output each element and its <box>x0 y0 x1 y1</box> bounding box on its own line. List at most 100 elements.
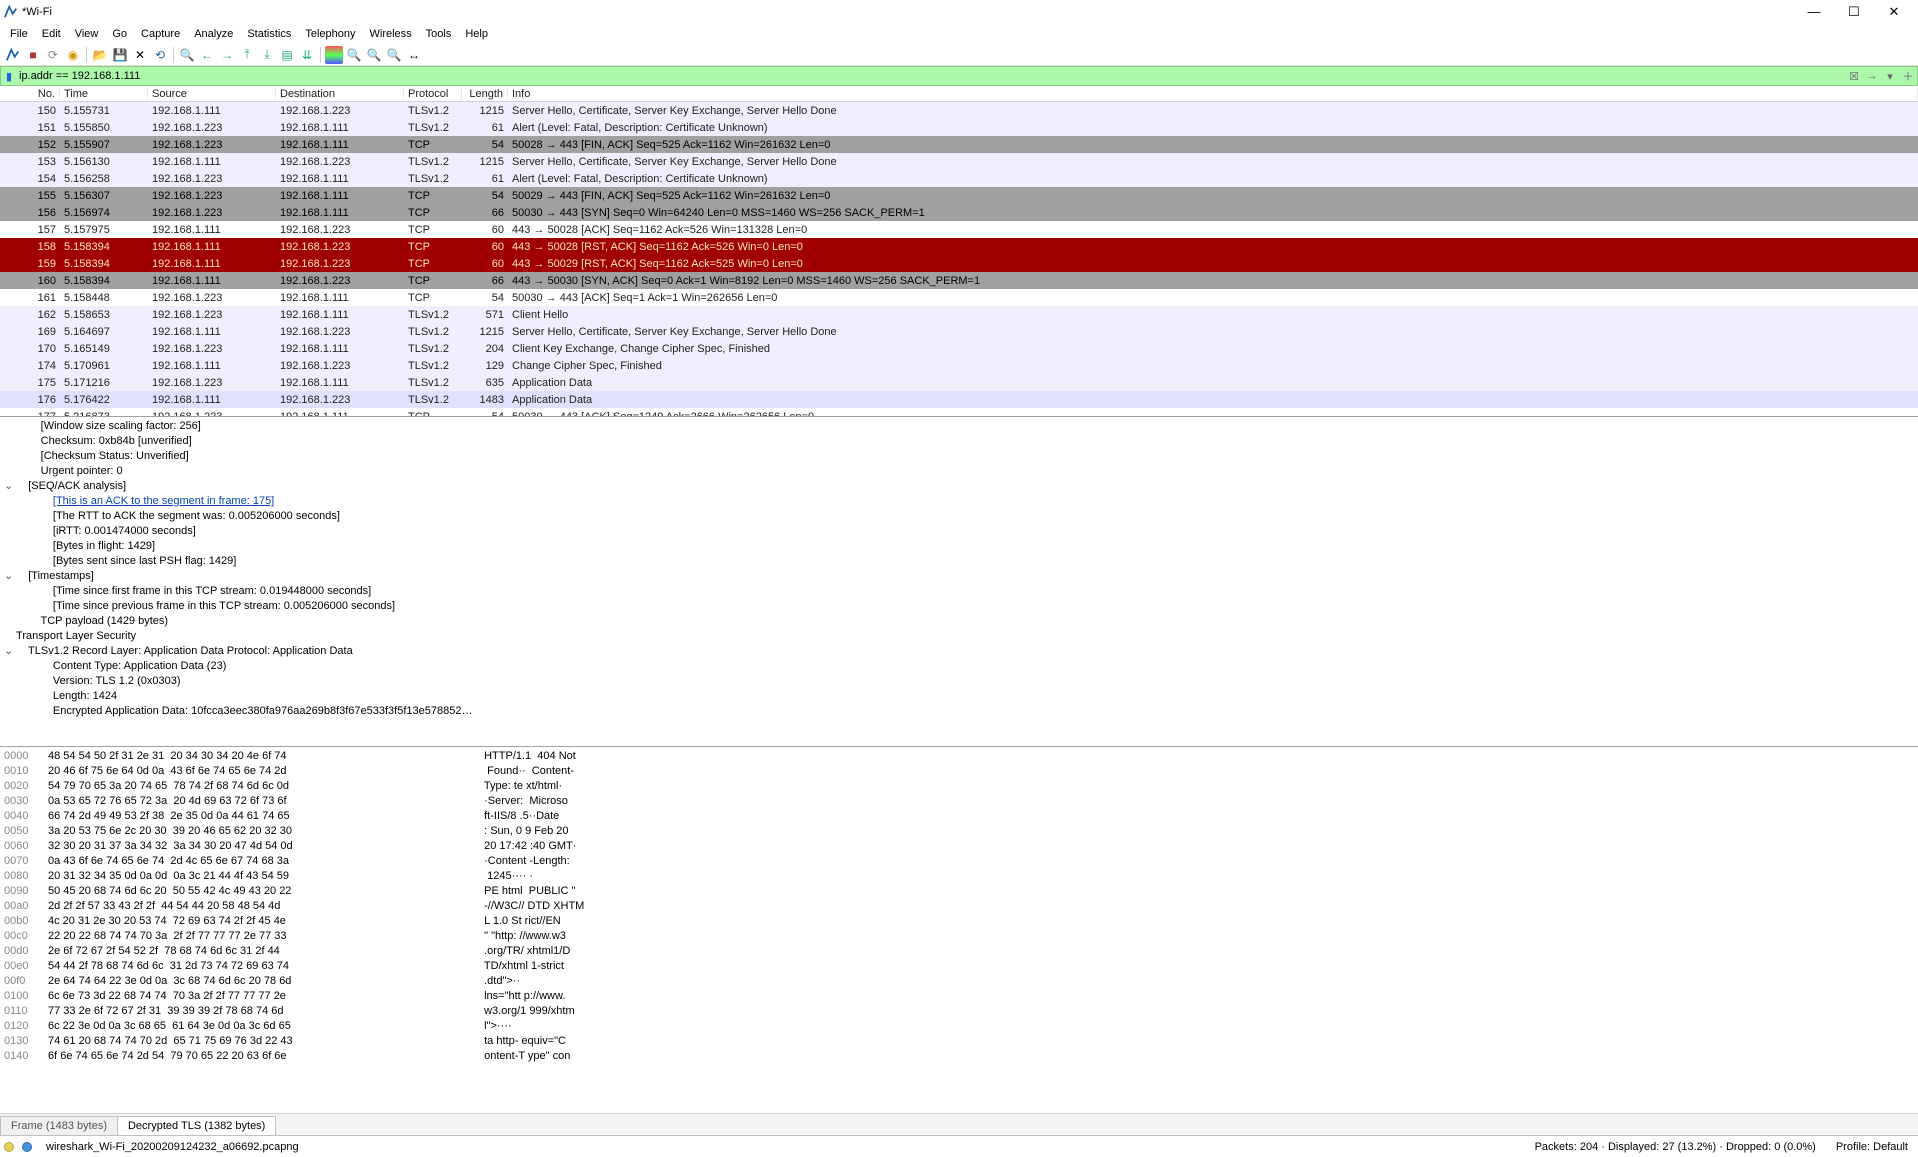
packet-row[interactable]: 1595.158394192.168.1.111192.168.1.223TCP… <box>0 255 1918 272</box>
packet-row[interactable]: 1545.156258192.168.1.223192.168.1.111TLS… <box>0 170 1918 187</box>
resize-columns-icon[interactable]: ↔ <box>405 46 423 64</box>
packet-row[interactable]: 1585.158394192.168.1.111192.168.1.223TCP… <box>0 238 1918 255</box>
detail-line[interactable]: Checksum: 0xb84b [unverified] <box>4 434 1914 449</box>
zoom-reset-icon[interactable]: 🔍 <box>385 46 403 64</box>
tab-frame[interactable]: Frame (1483 bytes) <box>0 1116 118 1135</box>
col-time[interactable]: Time <box>60 88 148 100</box>
hex-row[interactable]: 004066 74 2d 49 49 53 2f 38 2e 35 0d 0a … <box>4 809 1914 824</box>
filter-clear-icon[interactable]: ☒ <box>1845 70 1863 83</box>
detail-line[interactable]: [Bytes in flight: 1429] <box>4 539 1914 554</box>
packet-row[interactable]: 1555.156307192.168.1.223192.168.1.111TCP… <box>0 187 1918 204</box>
detail-line[interactable]: [Bytes sent since last PSH flag: 1429] <box>4 554 1914 569</box>
go-last-icon[interactable]: ▤ <box>278 46 296 64</box>
packet-bytes-pane[interactable]: 000048 54 54 50 2f 31 2e 31 20 34 30 34 … <box>0 746 1918 1113</box>
tab-decrypted-tls[interactable]: Decrypted TLS (1382 bytes) <box>117 1116 276 1135</box>
stop-capture-icon[interactable]: ■ <box>24 46 42 64</box>
packet-row[interactable]: 1765.176422192.168.1.111192.168.1.223TLS… <box>0 391 1918 408</box>
minimize-button[interactable]: — <box>1800 4 1828 20</box>
detail-line[interactable]: [This is an ACK to the segment in frame:… <box>4 494 1914 509</box>
open-file-icon[interactable]: 📂 <box>91 46 109 64</box>
hex-row[interactable]: 01406f 6e 74 65 6e 74 2d 54 79 70 65 22 … <box>4 1049 1914 1064</box>
menu-go[interactable]: Go <box>106 26 133 42</box>
save-file-icon[interactable]: 💾 <box>111 46 129 64</box>
find-packet-icon[interactable]: 🔍 <box>178 46 196 64</box>
filter-history-icon[interactable]: ▾ <box>1881 70 1899 83</box>
menu-file[interactable]: File <box>4 26 34 42</box>
detail-line[interactable]: [SEQ/ACK analysis] <box>4 479 1914 494</box>
auto-scroll-icon[interactable]: ⇊ <box>298 46 316 64</box>
packet-row[interactable]: 1745.170961192.168.1.111192.168.1.223TLS… <box>0 357 1918 374</box>
detail-line[interactable]: TLSv1.2 Record Layer: Application Data P… <box>4 644 1914 659</box>
packet-row[interactable]: 1625.158653192.168.1.223192.168.1.111TLS… <box>0 306 1918 323</box>
hex-row[interactable]: 009050 45 20 68 74 6d 6c 20 50 55 42 4c … <box>4 884 1914 899</box>
filter-add-icon[interactable]: ＋ <box>1899 68 1917 84</box>
detail-line[interactable]: [Timestamps] <box>4 569 1914 584</box>
col-len[interactable]: Length <box>462 88 508 100</box>
hex-row[interactable]: 013074 61 20 68 74 74 70 2d 65 71 75 69 … <box>4 1034 1914 1049</box>
packet-row[interactable]: 1535.156130192.168.1.111192.168.1.223TLS… <box>0 153 1918 170</box>
filter-apply-icon[interactable]: → <box>1863 70 1881 82</box>
filter-bookmark-icon[interactable]: ▮ <box>1 70 17 83</box>
hex-row[interactable]: 01206c 22 3e 0d 0a 3c 68 65 61 64 3e 0d … <box>4 1019 1914 1034</box>
reload-icon[interactable]: ⟲ <box>151 46 169 64</box>
hex-row[interactable]: 006032 30 20 31 37 3a 34 32 3a 34 30 20 … <box>4 839 1914 854</box>
menu-wireless[interactable]: Wireless <box>364 26 418 42</box>
detail-line[interactable]: [iRTT: 0.001474000 seconds] <box>4 524 1914 539</box>
packet-row[interactable]: 1565.156974192.168.1.223192.168.1.111TCP… <box>0 204 1918 221</box>
menu-view[interactable]: View <box>69 26 105 42</box>
menu-analyze[interactable]: Analyze <box>188 26 239 42</box>
packet-list[interactable]: 1505.155731192.168.1.111192.168.1.223TLS… <box>0 102 1918 416</box>
expert-info-icon[interactable] <box>4 1142 14 1152</box>
menu-help[interactable]: Help <box>459 26 494 42</box>
packet-row[interactable]: 1505.155731192.168.1.111192.168.1.223TLS… <box>0 102 1918 119</box>
detail-line[interactable]: [The RTT to ACK the segment was: 0.00520… <box>4 509 1914 524</box>
menu-telephony[interactable]: Telephony <box>299 26 361 42</box>
col-proto[interactable]: Protocol <box>404 88 462 100</box>
hex-row[interactable]: 00300a 53 65 72 76 65 72 3a 20 4d 69 63 … <box>4 794 1914 809</box>
detail-line[interactable]: Urgent pointer: 0 <box>4 464 1914 479</box>
detail-line[interactable]: [Time since first frame in this TCP stre… <box>4 584 1914 599</box>
colorize-icon[interactable] <box>325 46 343 64</box>
close-file-icon[interactable]: ✕ <box>131 46 149 64</box>
detail-line[interactable]: [Window size scaling factor: 256] <box>4 419 1914 434</box>
detail-line[interactable]: [Checksum Status: Unverified] <box>4 449 1914 464</box>
hex-row[interactable]: 011077 33 2e 6f 72 67 2f 31 39 39 39 2f … <box>4 1004 1914 1019</box>
packet-row[interactable]: 1575.157975192.168.1.111192.168.1.223TCP… <box>0 221 1918 238</box>
close-button[interactable]: ✕ <box>1880 4 1908 20</box>
menu-capture[interactable]: Capture <box>135 26 186 42</box>
go-forward-icon[interactable]: → <box>218 46 236 64</box>
detail-line[interactable]: Transport Layer Security <box>4 629 1914 644</box>
packet-row[interactable]: 1755.171216192.168.1.223192.168.1.111TLS… <box>0 374 1918 391</box>
menu-edit[interactable]: Edit <box>36 26 67 42</box>
packet-row[interactable]: 1615.158448192.168.1.223192.168.1.111TCP… <box>0 289 1918 306</box>
hex-row[interactable]: 001020 46 6f 75 6e 64 0d 0a 43 6f 6e 74 … <box>4 764 1914 779</box>
hex-row[interactable]: 00c022 20 22 68 74 74 70 3a 2f 2f 77 77 … <box>4 929 1914 944</box>
detail-line[interactable]: Encrypted Application Data: 10fcca3eec38… <box>4 704 1914 719</box>
go-to-icon[interactable]: ⤒ <box>238 46 256 64</box>
packet-row[interactable]: 1695.164697192.168.1.111192.168.1.223TLS… <box>0 323 1918 340</box>
detail-line[interactable]: Version: TLS 1.2 (0x0303) <box>4 674 1914 689</box>
col-info[interactable]: Info <box>508 88 1918 100</box>
hex-row[interactable]: 00a02d 2f 2f 57 33 43 2f 2f 44 54 44 20 … <box>4 899 1914 914</box>
start-capture-icon[interactable] <box>4 46 22 64</box>
capture-file-icon[interactable] <box>22 1142 32 1152</box>
packet-details-pane[interactable]: [Window size scaling factor: 256] Checks… <box>0 416 1918 746</box>
packet-row[interactable]: 1775.216873192.168.1.223192.168.1.111TCP… <box>0 408 1918 416</box>
go-back-icon[interactable]: ← <box>198 46 216 64</box>
hex-row[interactable]: 008020 31 32 34 35 0d 0a 0d 0a 3c 21 44 … <box>4 869 1914 884</box>
detail-line[interactable]: TCP payload (1429 bytes) <box>4 614 1914 629</box>
detail-line[interactable]: [Time since previous frame in this TCP s… <box>4 599 1914 614</box>
packet-row[interactable]: 1515.155850192.168.1.223192.168.1.111TLS… <box>0 119 1918 136</box>
menu-statistics[interactable]: Statistics <box>241 26 297 42</box>
display-filter-input[interactable] <box>17 70 1845 82</box>
col-src[interactable]: Source <box>148 88 276 100</box>
hex-row[interactable]: 00b04c 20 31 2e 30 20 53 74 72 69 63 74 … <box>4 914 1914 929</box>
packet-row[interactable]: 1605.158394192.168.1.111192.168.1.223TCP… <box>0 272 1918 289</box>
restart-capture-icon[interactable]: ⟳ <box>44 46 62 64</box>
go-first-icon[interactable]: ⤓ <box>258 46 276 64</box>
maximize-button[interactable]: ☐ <box>1840 4 1868 20</box>
packet-row[interactable]: 1705.165149192.168.1.223192.168.1.111TLS… <box>0 340 1918 357</box>
hex-row[interactable]: 00700a 43 6f 6e 74 65 6e 74 2d 4c 65 6e … <box>4 854 1914 869</box>
status-profile[interactable]: Profile: Default <box>1830 1141 1914 1153</box>
hex-row[interactable]: 00d02e 6f 72 67 2f 54 52 2f 78 68 74 6d … <box>4 944 1914 959</box>
